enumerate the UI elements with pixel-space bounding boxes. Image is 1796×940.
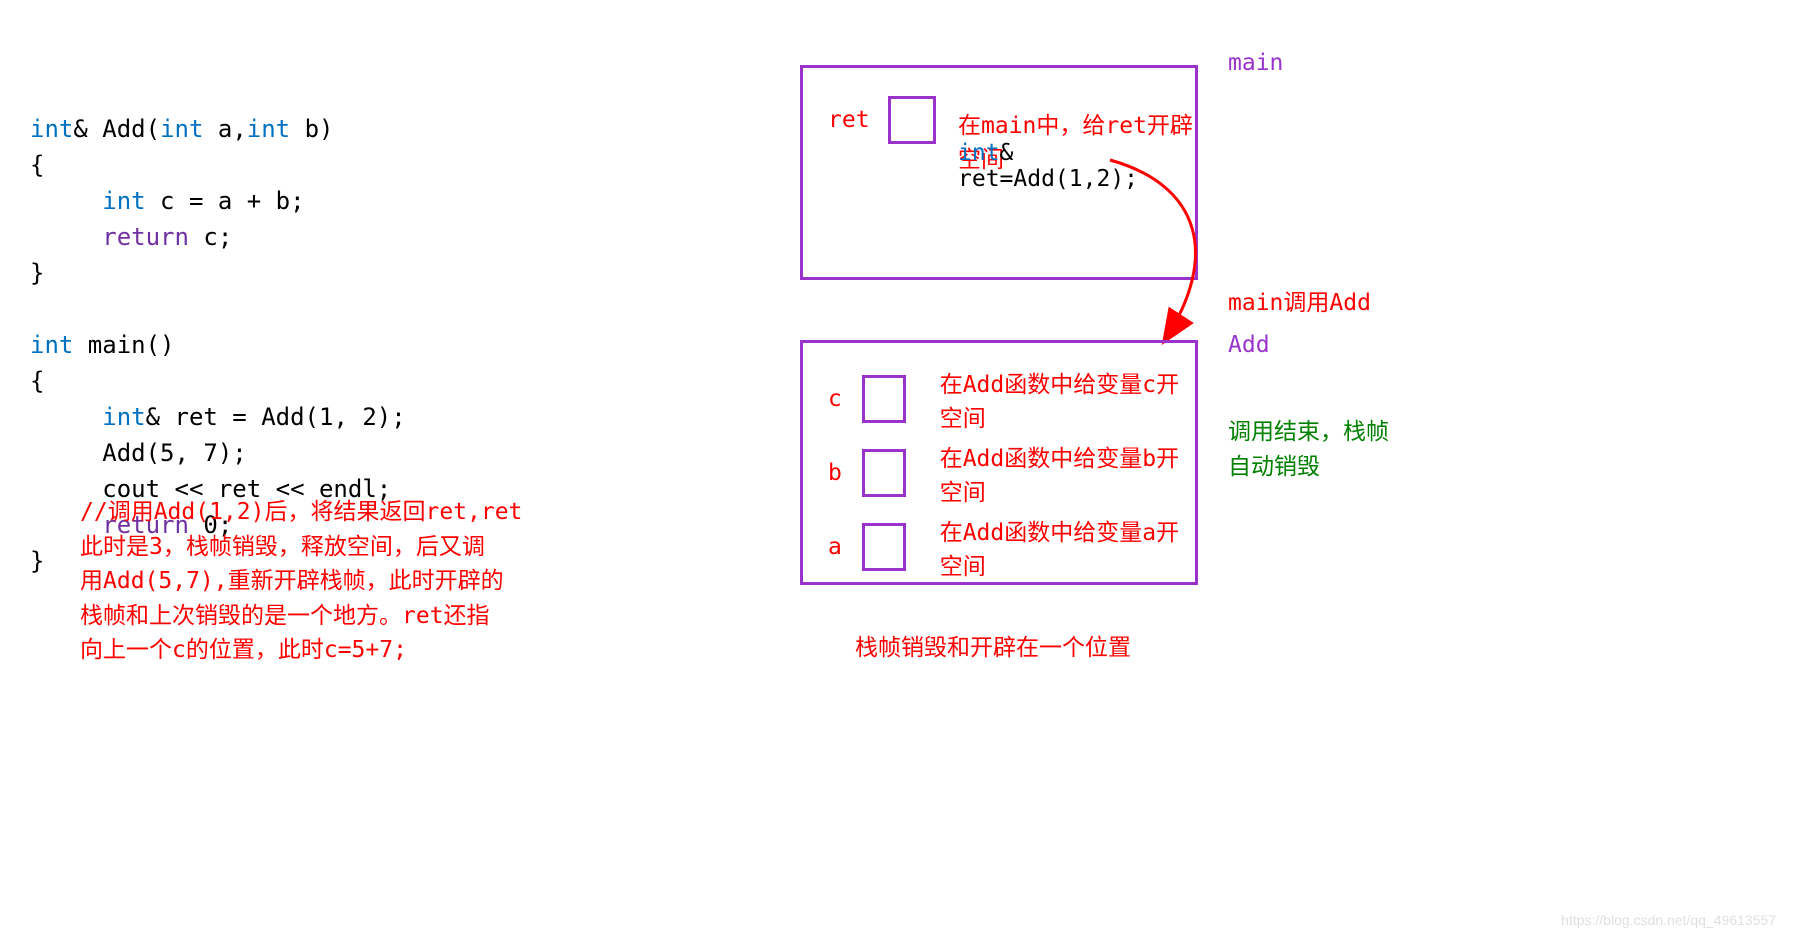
add-stack-frame: c 在Add函数中给变量c开空间 b 在Add函数中给变量b开空间 a 在Add… [800, 340, 1198, 585]
a-box [862, 523, 906, 571]
a-desc: 在Add函数中给变量a开空间 [940, 513, 1195, 581]
ret-label: ret [828, 107, 870, 133]
comment-explanation: //调用Add(1,2)后，将结果返回ret,ret 此时是3，栈帧销毁，释放空… [80, 495, 522, 668]
b-desc: 在Add函数中给变量b开空间 [940, 439, 1195, 507]
call-arrow [1100, 155, 1300, 355]
c-label: c [828, 386, 844, 412]
inline-int: int [958, 140, 1000, 166]
add-frame-title: Add [1228, 332, 1270, 358]
watermark: https://blog.csdn.net/qq_49613557 [1561, 912, 1776, 928]
call-label: main调用Add [1228, 283, 1371, 317]
c-box [862, 375, 906, 423]
b-label: b [828, 460, 844, 486]
a-label: a [828, 534, 844, 560]
kw-int: int [30, 115, 73, 143]
destroy-note: 调用结束，栈帧 自动销毁 [1228, 415, 1389, 484]
ret-box [888, 96, 936, 144]
c-desc: 在Add函数中给变量c开空间 [940, 365, 1195, 433]
kw-return: return [102, 223, 189, 251]
bottom-note: 栈帧销毁和开辟在一个位置 [855, 628, 1131, 662]
main-frame-title: main [1228, 50, 1283, 76]
b-box [862, 449, 906, 497]
